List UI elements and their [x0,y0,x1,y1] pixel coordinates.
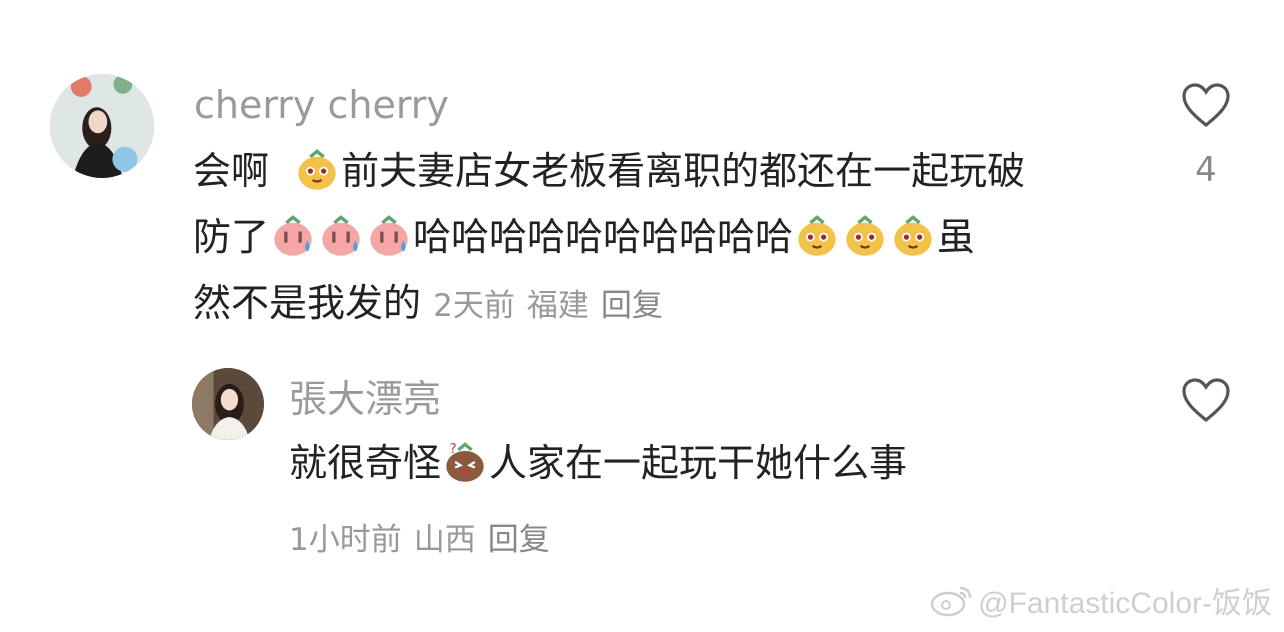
comment-text-segment: 防了 [193,215,270,259]
comment-text-segment: 然不是我发的 [193,281,422,325]
sweat-peach-emoji [319,212,363,256]
laugh-emoji [891,212,935,256]
svg-text:?: ? [450,442,457,457]
comment-text: 会啊 前夫妻店女老板看离职的都还在一起玩破 防了 哈哈哈哈哈哈哈哈哈哈 虽 然不是我… [193,138,1113,339]
watermark: @FantasticColor-饭饭 [930,578,1272,622]
comment-username[interactable]: 張大漂亮 [289,380,441,418]
comment-username[interactable]: cherry cherry [194,86,449,124]
avatar[interactable] [192,368,264,440]
confused-emoji: ? [443,438,487,482]
laugh-emoji [843,212,887,256]
weibo-logo-icon [930,586,972,617]
comment-location: 福建 [526,288,589,324]
comment-time: 2天前 [433,288,515,324]
comment-text-segment: 人家在一起玩干她什么事 [489,441,908,485]
comment-text-segment: 就很奇怪 [289,441,442,485]
comment-text-segment: 会啊 [193,149,270,193]
comment-meta: 2天前 福建 回复 [433,288,675,324]
laugh-emoji [795,212,839,256]
avatar-photo [50,74,154,178]
comment-text-segment: 哈哈哈哈哈哈哈哈哈哈 [413,215,794,259]
comment-text-segment: 虽 [937,215,976,259]
like-count: 4 [1195,150,1217,190]
sweat-peach-emoji [367,212,411,256]
comment-text-segment: 前夫妻店女老板看离职的都还在一起玩破 [341,149,1026,193]
reply-button[interactable]: 回复 [601,288,663,324]
reply-button[interactable]: 回复 [488,522,550,558]
comment-time: 1小时前 [289,522,402,558]
like-heart-icon[interactable] [1181,377,1231,423]
avatar-photo [192,368,264,440]
avatar[interactable] [50,74,154,178]
comment-meta: 1小时前 山西 回复 [289,514,562,559]
comment-text: 就很奇怪? 人家在一起玩干她什么事 [289,430,1169,496]
sweat-peach-emoji [271,212,315,256]
cheer-emoji [295,146,339,190]
comment-location: 山西 [413,522,476,558]
like-heart-icon[interactable] [1181,82,1231,128]
watermark-text: @FantasticColor-饭饭 [978,587,1272,620]
